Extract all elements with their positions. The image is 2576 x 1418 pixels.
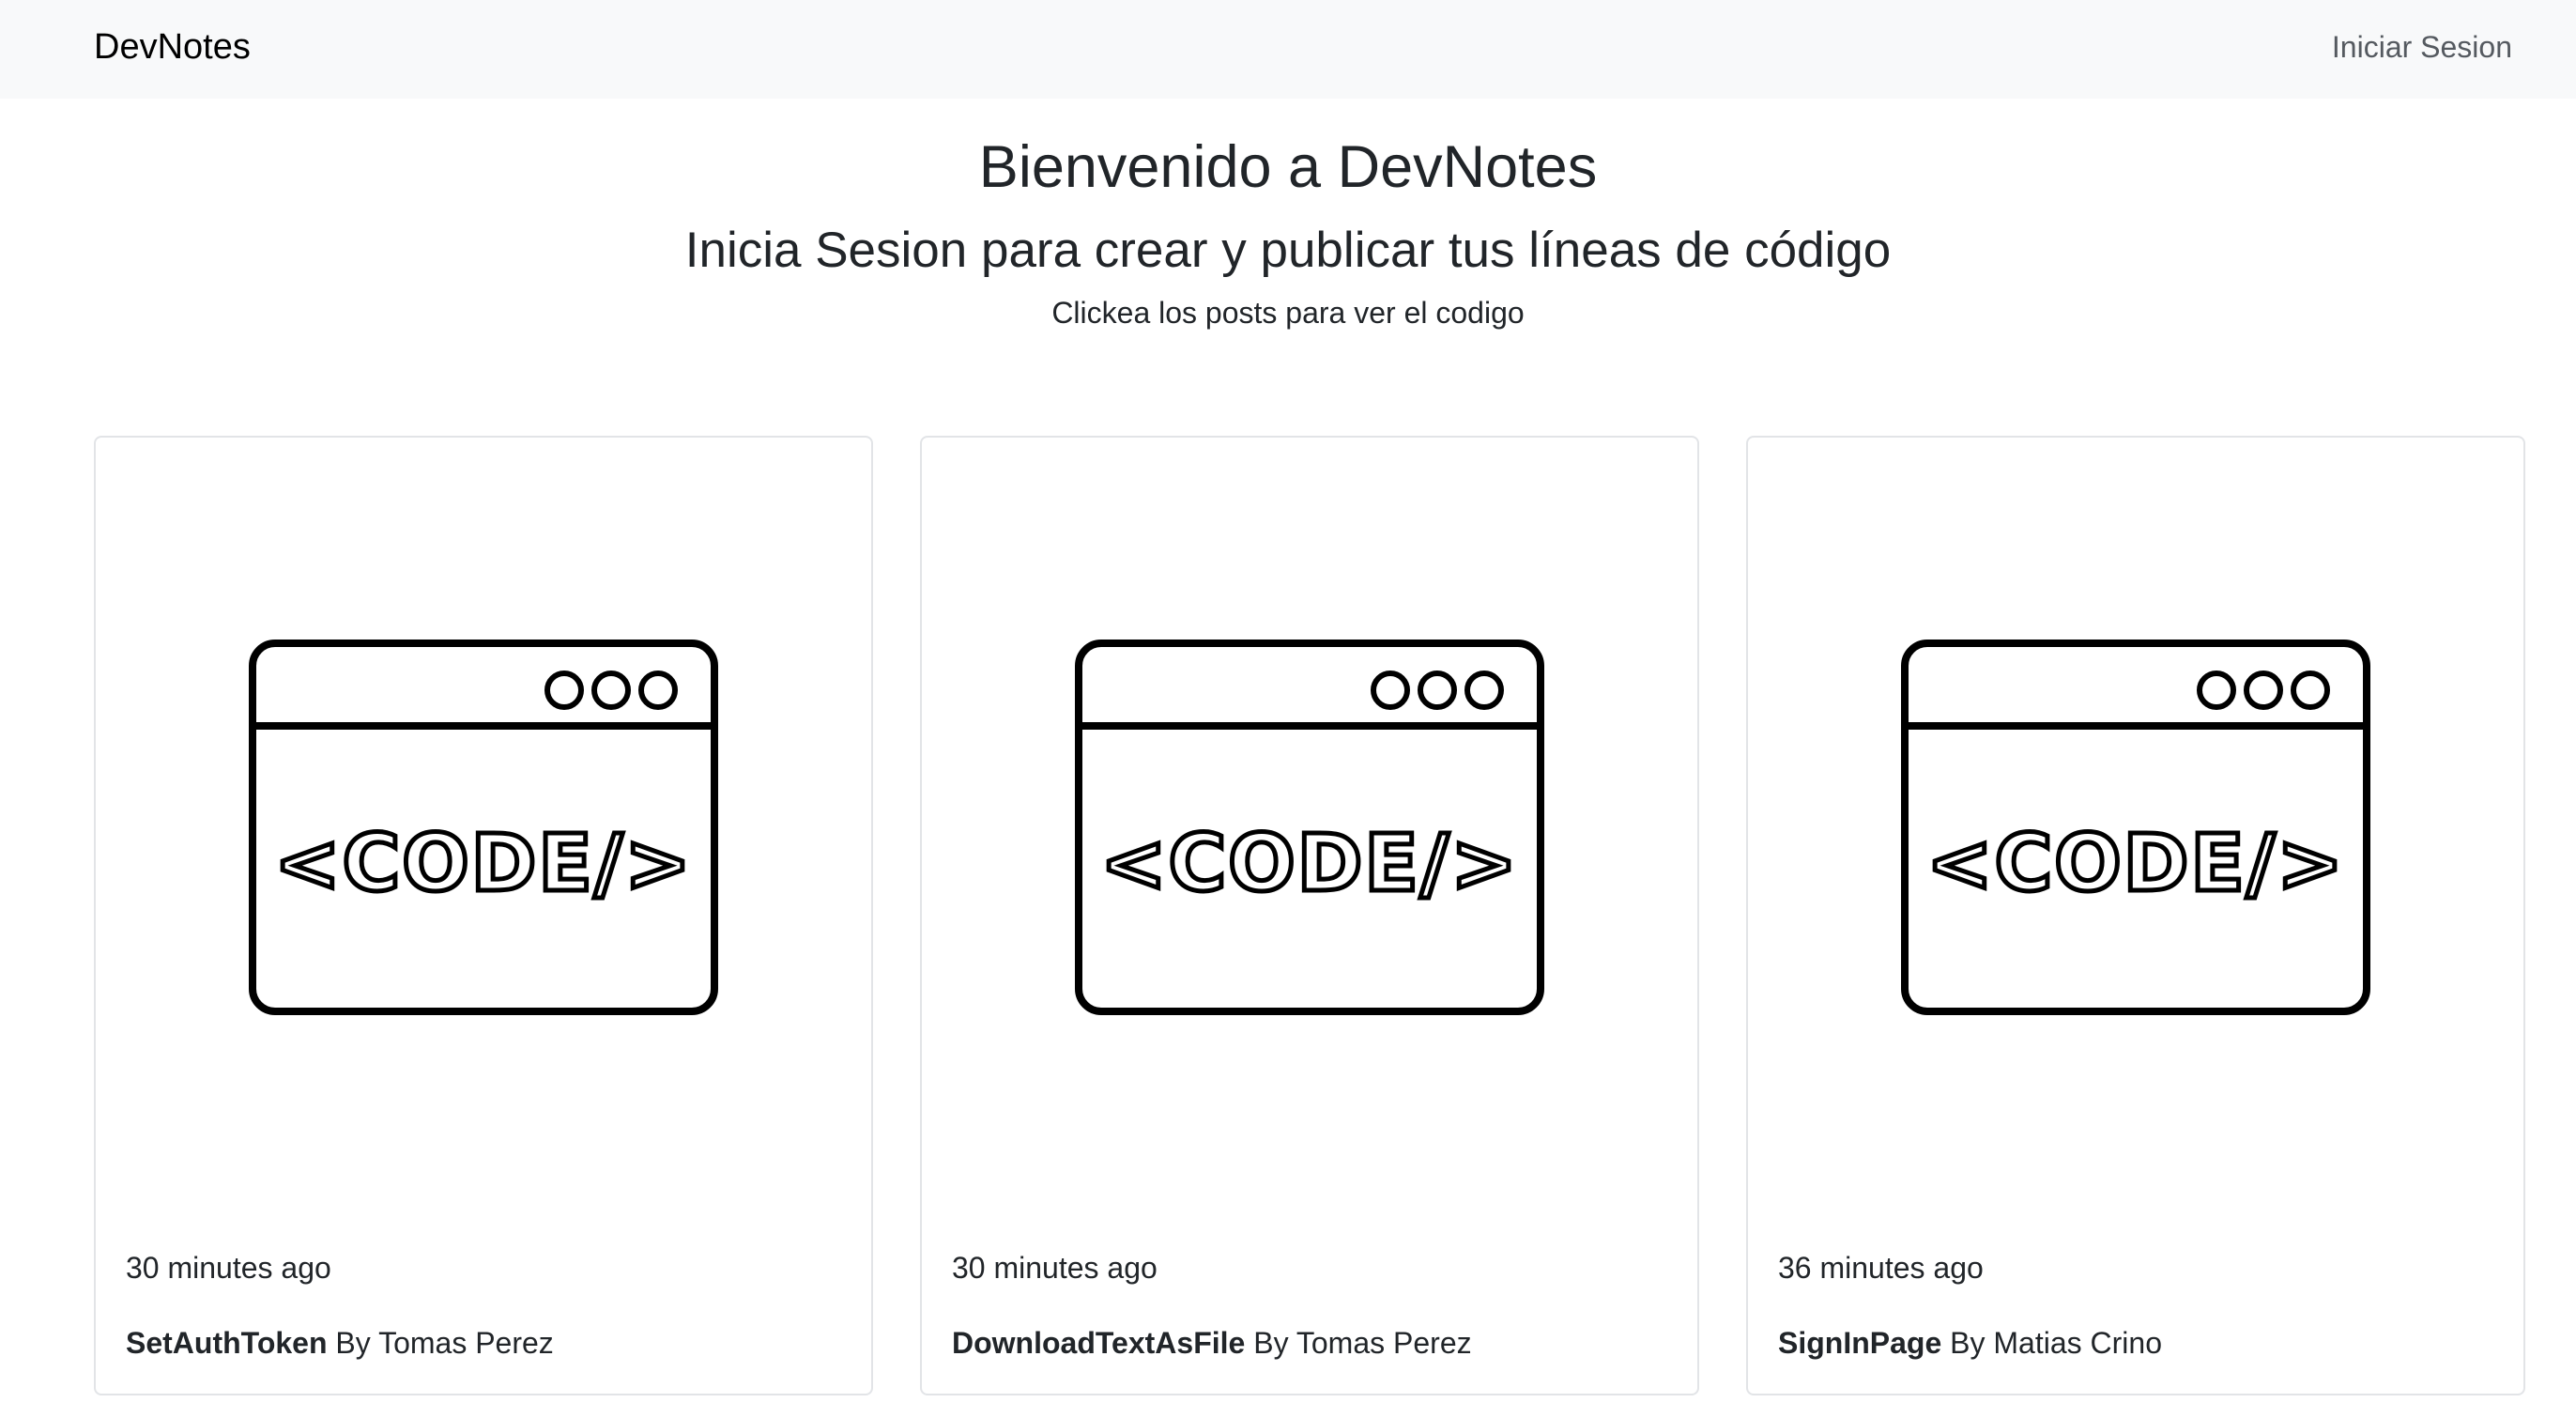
svg-text:<CODE/>: <CODE/> [1926, 817, 2345, 909]
post-name: DownloadTextAsFile [952, 1326, 1246, 1360]
post-author: By Tomas Perez [335, 1326, 554, 1360]
page-hint: Clickea los posts para ver el codigo [1051, 296, 1525, 330]
post-title: SetAuthToken By Tomas Perez [126, 1322, 554, 1364]
post-title: DownloadTextAsFile By Tomas Perez [952, 1322, 1472, 1364]
post-time: 36 minutes ago [1778, 1251, 1984, 1285]
post-card[interactable]: <CODE/> 30 minutes ago SetAuthToken By T… [94, 436, 873, 1395]
hero: Bienvenido a DevNotes Inicia Sesion para… [0, 122, 2576, 336]
page-subtitle: Inicia Sesion para crear y publicar tus … [684, 223, 1892, 278]
post-author: By Matias Crino [1950, 1326, 2162, 1360]
post-title: SignInPage By Matias Crino [1778, 1322, 2162, 1364]
svg-text:<CODE/>: <CODE/> [274, 817, 693, 909]
post-time: 30 minutes ago [952, 1251, 1158, 1285]
navbar: DevNotes Iniciar Sesion [0, 0, 2576, 99]
code-window-icon: <CODE/> [249, 640, 718, 1015]
code-window-icon: <CODE/> [1901, 640, 2370, 1015]
post-image: <CODE/> [1748, 438, 2523, 1217]
login-link[interactable]: Iniciar Sesion [2332, 25, 2512, 69]
post-list: <CODE/> 30 minutes ago SetAuthToken By T… [94, 436, 2526, 1397]
page-title: Bienvenido a DevNotes [978, 134, 1598, 200]
post-name: SignInPage [1778, 1326, 1942, 1360]
post-time: 30 minutes ago [126, 1251, 331, 1285]
code-window-icon: <CODE/> [1075, 640, 1544, 1015]
post-name: SetAuthToken [126, 1326, 328, 1360]
post-card[interactable]: <CODE/> 36 minutes ago SignInPage By Mat… [1746, 436, 2525, 1395]
post-image: <CODE/> [96, 438, 871, 1217]
brand-link[interactable]: DevNotes [94, 23, 251, 71]
svg-text:<CODE/>: <CODE/> [1100, 817, 1519, 909]
post-image: <CODE/> [922, 438, 1697, 1217]
post-card[interactable]: <CODE/> 30 minutes ago DownloadTextAsFil… [920, 436, 1699, 1395]
post-author: By Tomas Perez [1253, 1326, 1472, 1360]
